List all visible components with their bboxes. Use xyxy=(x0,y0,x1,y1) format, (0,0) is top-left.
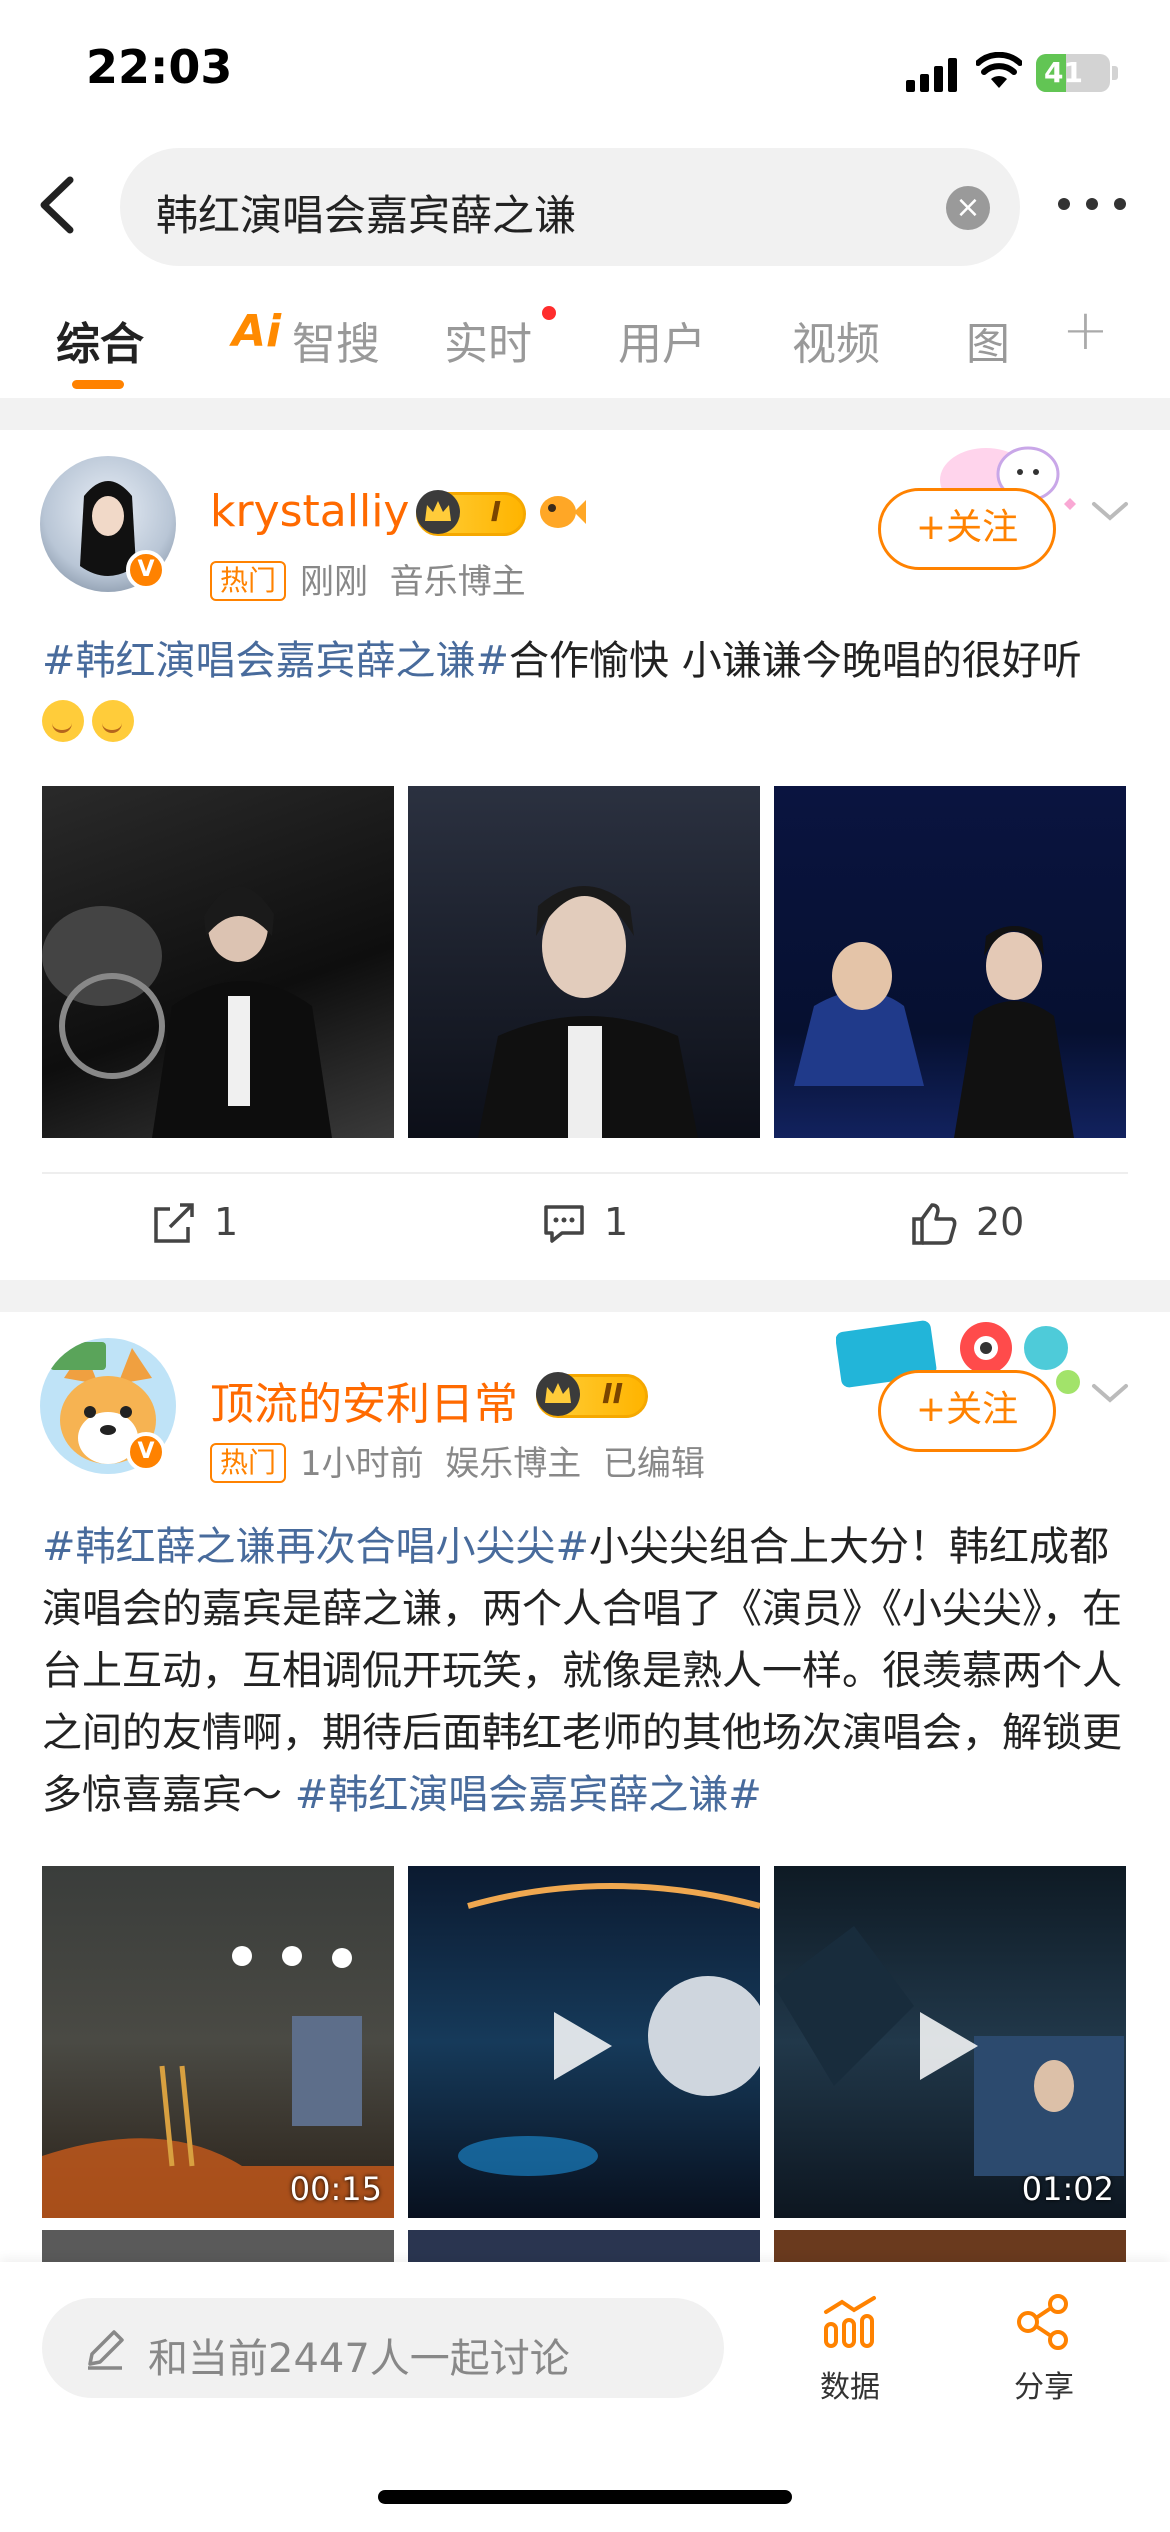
verified-icon: V xyxy=(126,1432,166,1472)
post-time: 1小时前 xyxy=(300,1444,424,1484)
post-card: V krystalliy I 热门 刚刚 音乐博主 +关注 #韩红演唱会嘉宾薛之谦… xyxy=(0,430,1170,1280)
video-duration: 01:02 xyxy=(1021,2170,1114,2208)
search-header: 韩红演唱会嘉宾薛之谦 × xyxy=(0,140,1170,270)
tab-images[interactable]: 图 xyxy=(966,308,1010,372)
data-button[interactable]: 数据 xyxy=(790,2294,910,2406)
comment-count: 1 xyxy=(604,1200,629,1244)
fish-icon xyxy=(540,496,586,528)
clear-icon[interactable]: × xyxy=(946,186,990,230)
post-image[interactable] xyxy=(774,786,1126,1138)
repost-button[interactable]: 1 xyxy=(152,1200,238,1245)
more-icon[interactable] xyxy=(1058,198,1128,218)
post-content: #韩红薛之谦再次合唱小尖尖#小尖尖组合上大分！韩红成都演唱会的嘉宾是薛之谦，两个… xyxy=(42,1516,1132,1826)
active-tab-indicator xyxy=(72,380,124,389)
share-icon xyxy=(154,1203,194,1243)
post-card: V 顶流的安利日常 II 热门 1小时前 娱乐博主 已编辑 +关注 #韩红薛之谦再… xyxy=(0,1312,1170,2270)
search-input[interactable]: 韩红演唱会嘉宾薛之谦 × xyxy=(120,148,1020,266)
post-category: 娱乐博主 xyxy=(445,1444,582,1484)
discuss-placeholder: 和当前2447人一起讨论 xyxy=(148,2336,570,2382)
member-level-badge: I xyxy=(416,490,526,536)
add-tab-icon[interactable]: + xyxy=(1062,298,1109,363)
post-video[interactable]: 00:15 xyxy=(42,1866,394,2218)
thumbs-up-icon xyxy=(912,1203,957,1245)
tab-realtime[interactable]: 实时 xyxy=(444,308,532,372)
post-image[interactable] xyxy=(408,786,760,1138)
pencil-icon xyxy=(88,2330,124,2370)
post-video[interactable] xyxy=(408,1866,760,2218)
post-category: 音乐博主 xyxy=(389,562,526,602)
hot-tag: 热门 xyxy=(210,1443,287,1483)
member-level: I xyxy=(490,495,501,528)
post-meta: 热门 刚刚 音乐博主 xyxy=(210,554,526,603)
battery-cap xyxy=(1112,66,1118,80)
post-body: 合作愉快 小谦谦今晚唱的很好听 xyxy=(509,638,1082,684)
battery-icon: 41 xyxy=(1036,54,1110,92)
post-time: 刚刚 xyxy=(300,562,369,602)
status-time: 22:03 xyxy=(86,40,233,94)
crown-icon xyxy=(536,1372,580,1416)
new-dot-badge xyxy=(542,306,556,320)
share-label: 分享 xyxy=(1014,2370,1074,2405)
verified-icon: V xyxy=(126,550,166,590)
play-icon xyxy=(920,2012,978,2080)
cover-mouth-emoji-icon xyxy=(92,700,134,742)
follow-button[interactable]: +关注 xyxy=(878,1370,1056,1452)
post-video[interactable]: 01:02 xyxy=(774,1866,1126,2218)
comment-icon xyxy=(544,1205,584,1243)
crown-icon xyxy=(416,490,460,534)
share-nodes-icon xyxy=(1017,2294,1068,2350)
topic-link[interactable]: #韩红薛之谦再次合唱小尖尖# xyxy=(42,1524,589,1570)
cover-mouth-emoji-icon xyxy=(42,700,84,742)
post-meta: 热门 1小时前 娱乐博主 已编辑 xyxy=(210,1436,705,1485)
username[interactable]: krystalliy xyxy=(210,486,409,537)
member-level-badge: II xyxy=(536,1372,648,1418)
back-arrow-icon[interactable] xyxy=(30,170,90,240)
topic-link[interactable]: #韩红演唱会嘉宾薛之谦# xyxy=(42,638,509,684)
discuss-input[interactable]: 和当前2447人一起讨论 xyxy=(42,2298,724,2398)
signal-icon xyxy=(906,58,958,92)
tab-users[interactable]: 用户 xyxy=(618,308,706,372)
search-query: 韩红演唱会嘉宾薛之谦 xyxy=(156,191,577,240)
like-button[interactable]: 20 xyxy=(910,1200,1024,1245)
search-tabs: 综合 Ai 智搜 实时 用户 视频 图 + xyxy=(0,270,1170,398)
share-button[interactable]: 分享 xyxy=(984,2294,1104,2406)
follow-button[interactable]: +关注 xyxy=(878,488,1056,570)
tab-comprehensive[interactable]: 综合 xyxy=(56,308,144,372)
home-indicator[interactable] xyxy=(378,2490,792,2504)
play-icon xyxy=(554,2012,612,2080)
ai-logo-icon[interactable]: Ai xyxy=(232,306,281,357)
video-duration: 00:15 xyxy=(289,2170,382,2208)
post-content: #韩红演唱会嘉宾薛之谦#合作愉快 小谦谦今晚唱的很好听 xyxy=(42,630,1132,754)
data-chart-icon xyxy=(824,2296,876,2348)
tab-videos[interactable]: 视频 xyxy=(792,308,880,372)
edited-label: 已编辑 xyxy=(602,1444,705,1484)
wifi-icon xyxy=(976,52,1022,88)
data-label: 数据 xyxy=(820,2370,880,2405)
status-bar: 22:03 41 xyxy=(0,0,1170,140)
post-image[interactable] xyxy=(42,786,394,1138)
topic-link[interactable]: #韩红演唱会嘉宾薛之谦# xyxy=(295,1772,762,1818)
battery-level: 41 xyxy=(1044,56,1083,89)
username[interactable]: 顶流的安利日常 xyxy=(210,1368,518,1432)
post-actions: 1 1 20 xyxy=(42,1172,1128,1278)
member-level: II xyxy=(602,1377,623,1410)
tab-ai-search[interactable]: 智搜 xyxy=(292,308,380,372)
chevron-down-icon[interactable] xyxy=(1090,1374,1130,1414)
repost-count: 1 xyxy=(214,1200,239,1244)
comment-button[interactable]: 1 xyxy=(542,1200,628,1245)
hot-tag: 热门 xyxy=(210,561,287,601)
like-count: 20 xyxy=(976,1200,1025,1244)
chevron-down-icon[interactable] xyxy=(1090,492,1130,532)
